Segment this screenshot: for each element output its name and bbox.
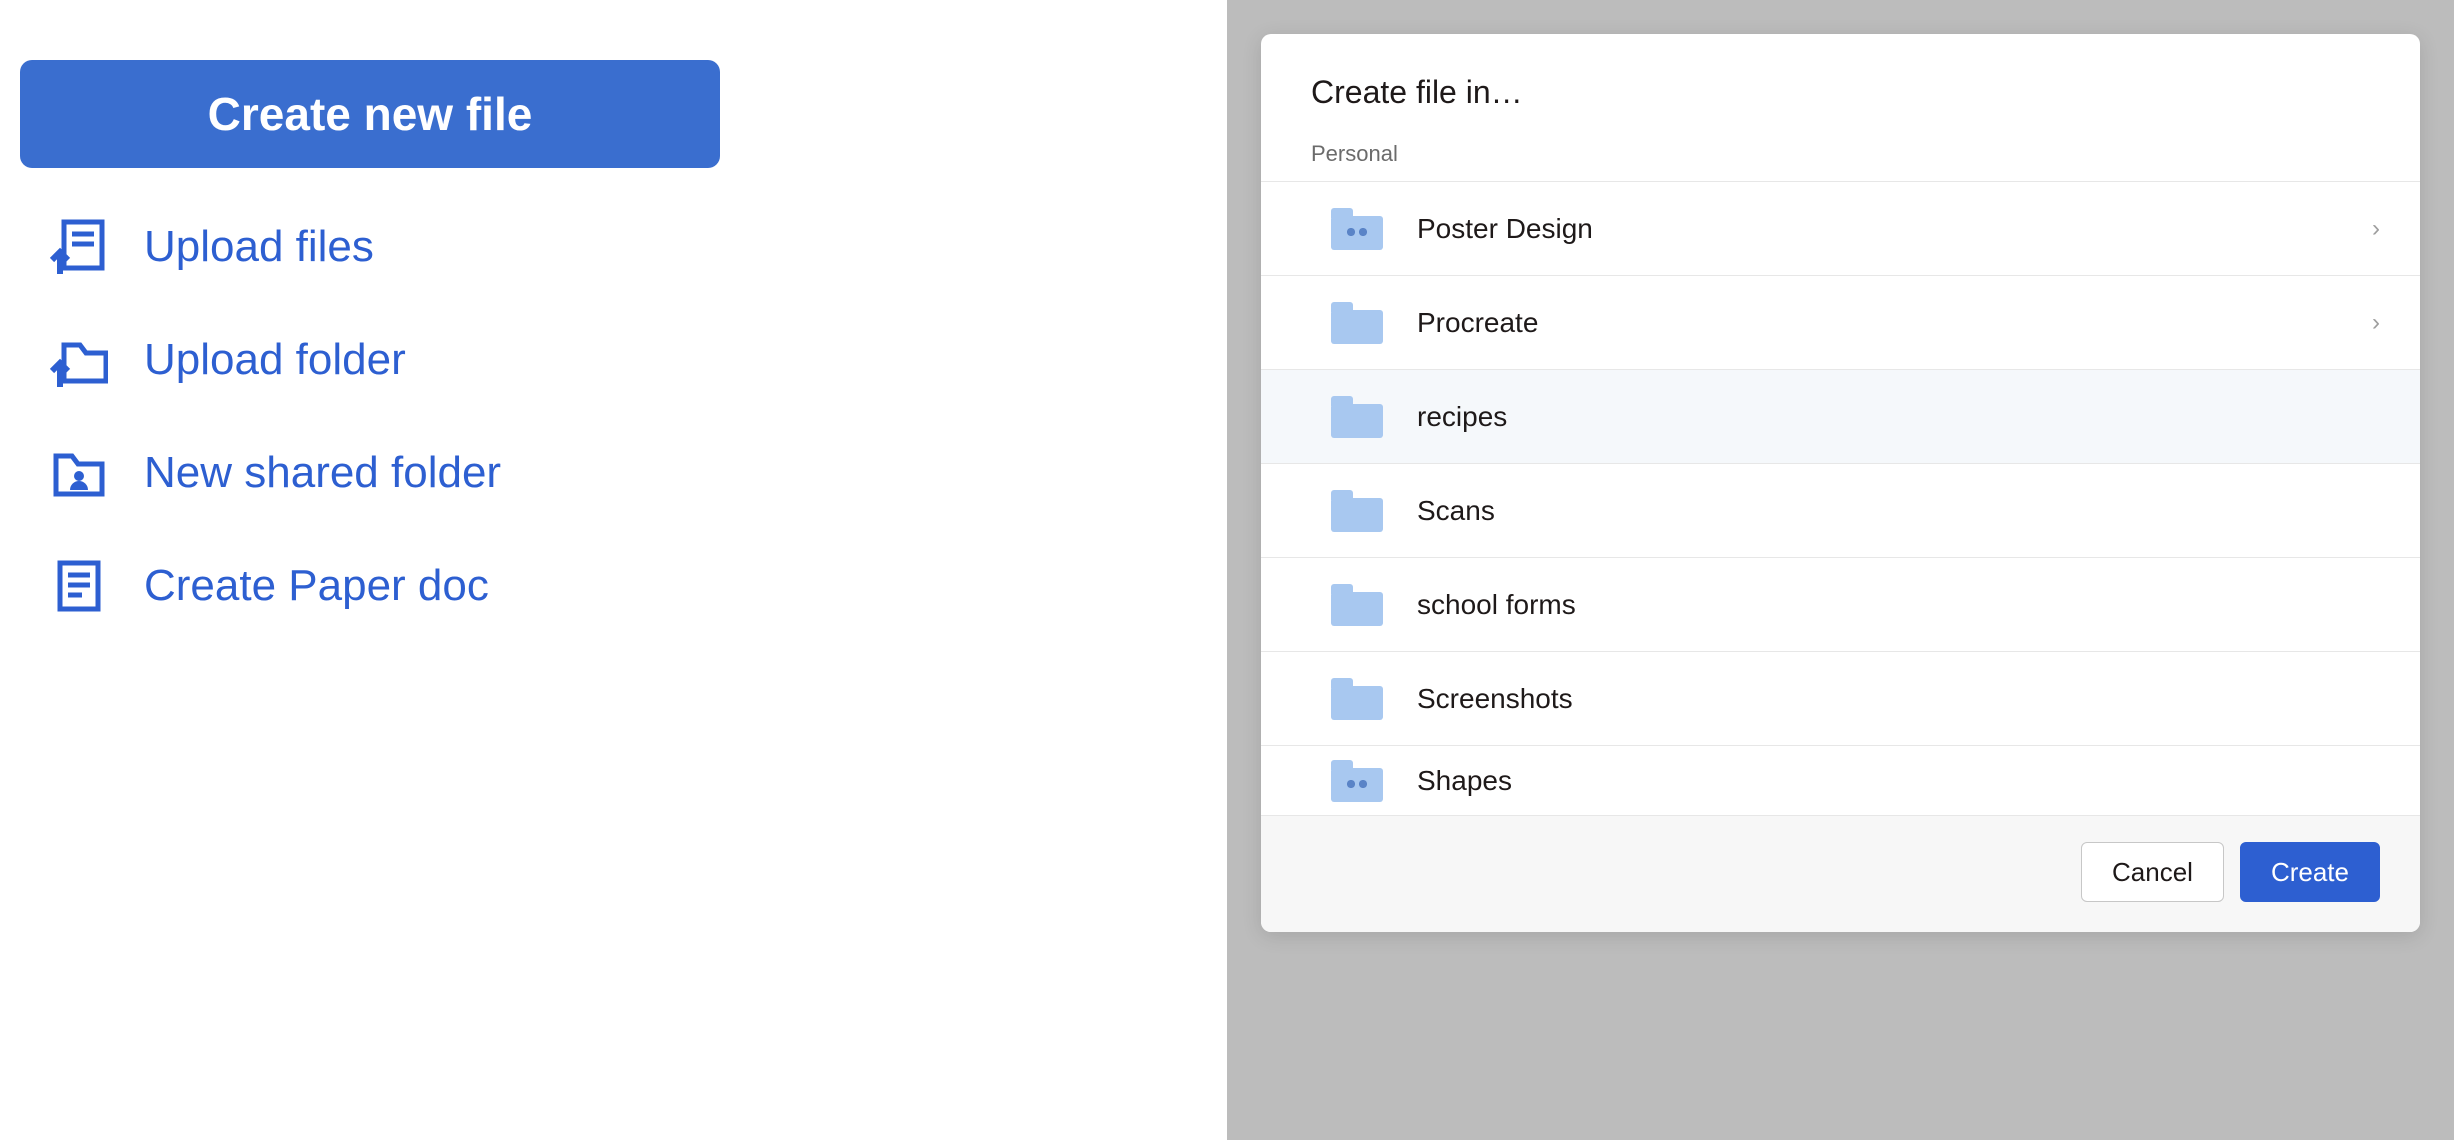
folder-label: Procreate: [1417, 307, 2372, 339]
folder-label: recipes: [1417, 401, 2380, 433]
folder-row-school-forms[interactable]: school forms: [1261, 557, 2420, 651]
modal-title: Create file in…: [1261, 34, 2420, 141]
folder-row-procreate[interactable]: Procreate ›: [1261, 275, 2420, 369]
create-button[interactable]: Create: [2240, 842, 2380, 902]
shared-folder-icon: [50, 444, 108, 502]
modal-footer: Cancel Create: [1261, 815, 2420, 932]
folder-row-poster-design[interactable]: Poster Design ›: [1261, 181, 2420, 275]
upload-folder-action[interactable]: Upload folder: [50, 331, 1207, 389]
action-label: Upload files: [144, 222, 374, 272]
folder-icon: [1331, 302, 1383, 344]
action-label: New shared folder: [144, 448, 501, 498]
chevron-right-icon: ›: [2372, 215, 2380, 243]
action-label: Upload folder: [144, 335, 406, 385]
folder-label: school forms: [1417, 589, 2380, 621]
modal-section-label: Personal: [1261, 141, 2420, 181]
folder-row-shapes[interactable]: Shapes: [1261, 745, 2420, 815]
shared-folder-icon: [1331, 208, 1383, 250]
folder-label: Shapes: [1417, 765, 2380, 797]
upload-files-action[interactable]: Upload files: [50, 218, 1207, 276]
folder-row-recipes[interactable]: recipes: [1261, 369, 2420, 463]
folder-row-screenshots[interactable]: Screenshots: [1261, 651, 2420, 745]
cancel-button[interactable]: Cancel: [2081, 842, 2224, 902]
chevron-right-icon: ›: [2372, 309, 2380, 337]
folder-icon: [1331, 396, 1383, 438]
paper-doc-icon: [50, 557, 108, 615]
action-label: Create Paper doc: [144, 561, 489, 611]
folder-icon: [1331, 490, 1383, 532]
folder-label: Screenshots: [1417, 683, 2380, 715]
action-list: Upload files Upload folder New shared fo…: [20, 218, 1207, 615]
new-shared-folder-action[interactable]: New shared folder: [50, 444, 1207, 502]
folder-list: Poster Design › Procreate › recipes Scan…: [1261, 181, 2420, 815]
create-new-file-button[interactable]: Create new file: [20, 60, 720, 168]
modal-backdrop: Create file in… Personal Poster Design ›…: [1227, 0, 2454, 1140]
upload-folder-icon: [50, 331, 108, 389]
folder-icon: [1331, 678, 1383, 720]
folder-label: Scans: [1417, 495, 2380, 527]
upload-file-icon: [50, 218, 108, 276]
create-file-modal: Create file in… Personal Poster Design ›…: [1261, 34, 2420, 932]
folder-label: Poster Design: [1417, 213, 2372, 245]
create-panel: Create new file Upload files Upload f: [0, 0, 1227, 1140]
folder-icon: [1331, 584, 1383, 626]
create-paper-doc-action[interactable]: Create Paper doc: [50, 557, 1207, 615]
folder-row-scans[interactable]: Scans: [1261, 463, 2420, 557]
shared-folder-icon: [1331, 760, 1383, 802]
